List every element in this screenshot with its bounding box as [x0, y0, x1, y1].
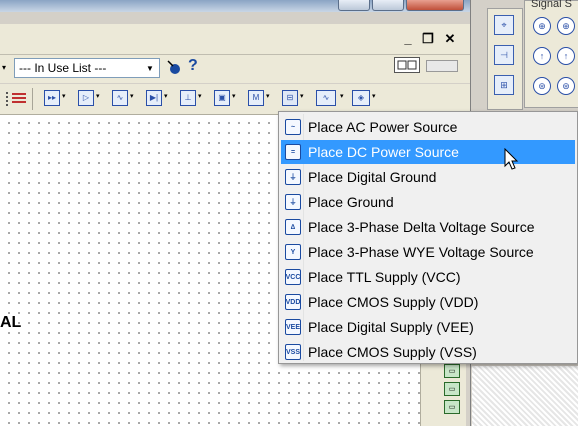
menu-item-label: Place 3-Phase Delta Voltage Source	[308, 219, 535, 235]
menu-item-digital-ground[interactable]: ⏚ Place Digital Ground	[281, 165, 575, 189]
mouse-cursor-icon	[504, 147, 520, 175]
menu-item-digital-supply-vee[interactable]: VEE Place Digital Supply (VEE)	[281, 315, 575, 339]
menu-item-label: Place TTL Supply (VCC)	[308, 269, 461, 285]
menu-item-ground[interactable]: ⏚ Place Ground	[281, 190, 575, 214]
chevron-down-icon[interactable]: ▾	[198, 92, 202, 100]
chevron-down-icon[interactable]: ▾	[62, 92, 66, 100]
menu-item-label: Place CMOS Supply (VDD)	[308, 294, 479, 310]
chevron-down-icon[interactable]: ▾	[372, 92, 376, 100]
place-misc-icon[interactable]: M	[248, 90, 264, 106]
instrument-icon[interactable]: ⌖	[494, 15, 514, 35]
chevron-down-icon[interactable]: ▾	[232, 92, 236, 100]
signal-source-icon[interactable]: ⊕	[557, 17, 575, 35]
place-basic-icon[interactable]: ⊥	[180, 90, 196, 106]
help-icon[interactable]: ?	[188, 57, 198, 75]
signal-panel-title: Signal S	[531, 0, 572, 10]
vee-icon: VEE	[285, 319, 301, 335]
canvas-text-label: AL	[0, 314, 22, 331]
three-phase-wye-icon: Y	[285, 244, 301, 260]
chevron-down-icon[interactable]: ▼	[143, 61, 157, 75]
instrument-toolbar: ⌖ ⊣ ⊞	[487, 8, 523, 110]
place-signal-icon[interactable]: ∿	[316, 90, 336, 106]
signal-source-icon[interactable]: ⊛	[533, 77, 551, 95]
menu-item-3-phase-wye[interactable]: Y Place 3-Phase WYE Voltage Source	[281, 240, 575, 264]
signal-panel: Signal S ⊕ ⊕ ↑ ↑ ⊛ ⊛	[524, 0, 578, 108]
doc-restore-button[interactable]: ❐	[420, 30, 436, 46]
palette-item-icon[interactable]: ▭	[444, 382, 460, 396]
chevron-down-icon[interactable]: ▾	[164, 92, 168, 100]
place-ttl-icon[interactable]: ▣	[214, 90, 230, 106]
menu-item-cmos-supply-vdd[interactable]: VDD Place CMOS Supply (VDD)	[281, 290, 575, 314]
three-phase-delta-icon: ∆	[285, 219, 301, 235]
doc-minimize-button[interactable]: _	[400, 30, 416, 46]
chevron-down-icon[interactable]: ▾	[130, 92, 134, 100]
place-diode-icon[interactable]: ▶|	[146, 90, 162, 106]
signal-source-icon[interactable]: ↑	[533, 47, 551, 65]
menu-item-label: Place Digital Ground	[308, 169, 437, 185]
disabled-toggle-icon	[426, 60, 458, 72]
menu-item-ttl-supply-vcc[interactable]: VCC Place TTL Supply (VCC)	[281, 265, 575, 289]
doc-close-button[interactable]: ✕	[442, 30, 458, 46]
place-source-icon[interactable]: ⊟	[282, 90, 298, 106]
instrument-icon[interactable]: ⊣	[494, 45, 514, 65]
view-toggle-icon[interactable]	[394, 57, 420, 73]
power-source-menu: ~ Place AC Power Source = Place DC Power…	[278, 111, 578, 364]
palette-item-icon[interactable]: ▭	[444, 364, 460, 378]
component-palette: ▭ ▭ ▭	[436, 360, 466, 426]
place-indicator-icon[interactable]: ▸▸	[44, 90, 60, 106]
menu-item-3-phase-delta[interactable]: ∆ Place 3-Phase Delta Voltage Source	[281, 215, 575, 239]
menu-item-ac-power-source[interactable]: ~ Place AC Power Source	[281, 115, 575, 139]
instrument-icon[interactable]: ⊞	[494, 75, 514, 95]
ac-power-icon: ~	[285, 119, 301, 135]
chevron-down-icon[interactable]: ▾	[300, 92, 304, 100]
place-analog-icon[interactable]: ▷	[78, 90, 94, 106]
menu-item-label: Place 3-Phase WYE Voltage Source	[308, 244, 534, 260]
minimize-window-button[interactable]	[338, 0, 370, 11]
chevron-down-icon[interactable]: ▾	[266, 92, 270, 100]
maximize-window-button[interactable]	[372, 0, 404, 11]
signal-source-icon[interactable]: ↑	[557, 47, 575, 65]
whats-this-icon[interactable]	[166, 59, 182, 75]
place-rf-icon[interactable]: ◈	[352, 90, 370, 106]
in-use-list-value: --- In Use List ---	[19, 61, 107, 75]
toolbar-grip[interactable]	[0, 92, 8, 106]
chevron-down-icon[interactable]: ▾	[96, 92, 100, 100]
empty-panel-area	[472, 366, 578, 426]
menu-item-label: Place Digital Supply (VEE)	[308, 319, 474, 335]
vdd-icon: VDD	[285, 294, 301, 310]
menu-item-label: Place Ground	[308, 194, 394, 210]
vss-icon: VSS	[285, 344, 301, 360]
in-use-list-dropdown[interactable]: --- In Use List --- ▼	[14, 58, 160, 78]
menu-item-cmos-supply-vss[interactable]: VSS Place CMOS Supply (VSS)	[281, 340, 575, 364]
dc-power-icon: =	[285, 144, 301, 160]
menu-item-dc-power-source[interactable]: = Place DC Power Source	[281, 140, 575, 164]
menu-item-label: Place AC Power Source	[308, 119, 458, 135]
vcc-icon: VCC	[285, 269, 301, 285]
chevron-down-icon[interactable]: ▾	[340, 92, 344, 100]
signal-source-icon[interactable]: ⊛	[557, 77, 575, 95]
menu-item-label: Place CMOS Supply (VSS)	[308, 344, 477, 360]
palette-item-icon[interactable]: ▭	[444, 400, 460, 414]
toolbar-dropdown-arrow-icon[interactable]: ▾	[2, 63, 6, 72]
signal-source-icon[interactable]: ⊕	[533, 17, 551, 35]
menu-item-label: Place DC Power Source	[308, 144, 459, 160]
ground-icon: ⏚	[285, 194, 301, 210]
close-window-button[interactable]	[406, 0, 464, 11]
toolbar-separator	[32, 88, 33, 110]
digital-ground-icon: ⏚	[285, 169, 301, 185]
place-source-wave-icon[interactable]: ∿	[112, 90, 128, 106]
list-icon[interactable]	[12, 90, 26, 106]
